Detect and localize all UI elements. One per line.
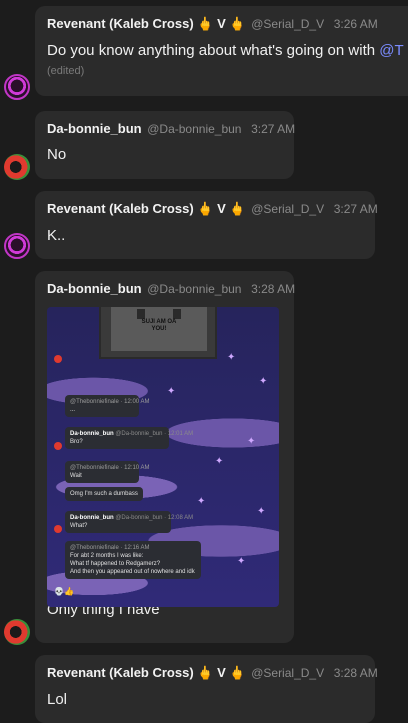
chat-message: @Thebonniefinale · 12:16 AM For abt 2 mo… (65, 541, 201, 579)
author-name[interactable]: Revenant (Kaleb Cross) (47, 665, 194, 680)
chat-text: For abt 2 months I was like: (70, 553, 144, 559)
message-bubble: Revenant (Kaleb Cross) 🖕 V 🖕 @Serial_D_V… (35, 191, 378, 259)
author-handle[interactable]: @Serial_D_V (251, 666, 324, 680)
star-icon: ✦ (237, 556, 246, 567)
message-text: K.. (47, 227, 66, 244)
reply-label: @Thebonniefinale · 12:00 AM (70, 399, 150, 405)
image-attachment[interactable]: SUJI AM OA YOU! ✦ ✦ ✦ ✦ ✦ ✦ ✦ ✦ @Thebonn… (47, 307, 279, 607)
artwork: SUJI AM OA YOU! (111, 307, 207, 351)
message-text-part: Do you know anything about what's going … (47, 42, 380, 59)
artwork-frame: SUJI AM OA YOU! (99, 307, 217, 359)
emoji-right: 🖕 (229, 665, 246, 680)
reaction-bar: 💀👍 (54, 587, 74, 596)
reply-label: @Thebonniefinale · 12:16 AM (70, 545, 150, 551)
author-handle[interactable]: @Da-bonnie_bun (147, 122, 241, 136)
avatar (54, 525, 62, 533)
chat-meta: @Da-bonnie_bun · 12:08 AM (115, 515, 194, 521)
star-icon: ✦ (167, 386, 176, 397)
emoji-left: 🖕 (197, 665, 214, 680)
star-icon: ✦ (257, 506, 266, 517)
emoji-mid: V (217, 16, 226, 31)
timestamp: 3:26 AM (333, 17, 378, 31)
chat-message: @Thebonniefinale · 12:10 AM Wait (65, 461, 150, 483)
chat-text: Bro? (70, 439, 83, 445)
message-header: Da-bonnie_bun @Da-bonnie_bun 3:28 AM (47, 281, 295, 296)
author-name[interactable]: Da-bonnie_bun (47, 121, 142, 136)
chat-meta: @Da-bonnie_bun · 12:01 AM (115, 431, 194, 437)
chat-message: Da-bonnie_bun @Da-bonnie_bun · 12:01 AM … (65, 427, 193, 449)
message-header: Da-bonnie_bun @Da-bonnie_bun 3:27 AM (47, 121, 295, 136)
reply-label: @Thebonniefinale · 12:10 AM (70, 465, 150, 471)
message-text: No (47, 146, 67, 163)
emoji-right: 🖕 (229, 16, 246, 31)
artwork-ear (137, 309, 145, 319)
emoji-left: 🖕 (197, 16, 214, 31)
artwork-ear (173, 309, 181, 319)
chat-text: What tf happened to Redgamerz? (70, 561, 161, 567)
message-bubble: Da-bonnie_bun @Da-bonnie_bun 3:27 AM No (35, 111, 295, 179)
message-text: Do you know anything about what's going … (47, 42, 408, 59)
author-handle[interactable]: @Serial_D_V (251, 17, 324, 31)
avatar[interactable] (4, 74, 30, 100)
timestamp: 3:28 AM (251, 282, 296, 296)
emoji-right: 🖕 (229, 201, 246, 216)
message-bubble: Revenant (Kaleb Cross) 🖕 V 🖕 @Serial_D_V… (35, 6, 408, 96)
message-header: Revenant (Kaleb Cross) 🖕 V 🖕 @Serial_D_V… (47, 16, 408, 32)
chat-text: Wait (70, 473, 82, 479)
mention-link[interactable]: @T (379, 42, 403, 59)
message-header: Revenant (Kaleb Cross) 🖕 V 🖕 @Serial_D_V… (47, 201, 378, 217)
star-icon: ✦ (247, 436, 256, 447)
chat-message: @Thebonniefinale · 12:00 AM ... (65, 395, 150, 417)
chat-text: And then you appeared out of nowhere and… (70, 569, 195, 575)
avatar[interactable] (4, 233, 30, 259)
avatar (54, 442, 62, 450)
chat-text: Omg I'm such a dumbass (70, 491, 138, 497)
chat-author: Da-bonnie_bun (70, 515, 114, 521)
emoji-mid: V (217, 665, 226, 680)
author-name[interactable]: Revenant (Kaleb Cross) (47, 16, 194, 31)
star-icon: ✦ (227, 352, 236, 363)
avatar[interactable] (4, 154, 30, 180)
star-icon: ✦ (259, 376, 268, 387)
message-bubble: Revenant (Kaleb Cross) 🖕 V 🖕 @Serial_D_V… (35, 655, 378, 723)
chat-text: ... (70, 407, 76, 413)
timestamp: 3:27 AM (251, 122, 296, 136)
message-header: Revenant (Kaleb Cross) 🖕 V 🖕 @Serial_D_V… (47, 665, 378, 681)
artwork-text: SUJI AM OA YOU! (141, 319, 177, 332)
emoji-left: 🖕 (197, 201, 214, 216)
author-name[interactable]: Da-bonnie_bun (47, 281, 142, 296)
chat-message: Da-bonnie_bun @Da-bonnie_bun · 12:08 AM … (65, 511, 193, 533)
chat-text: What? (70, 523, 88, 529)
star-icon: ✦ (197, 496, 206, 507)
chat-message: Omg I'm such a dumbass (65, 487, 143, 501)
timestamp: 3:28 AM (333, 666, 378, 680)
chat-author: Da-bonnie_bun (70, 431, 114, 437)
avatar[interactable] (4, 619, 30, 645)
author-handle[interactable]: @Da-bonnie_bun (147, 282, 241, 296)
author-name[interactable]: Revenant (Kaleb Cross) (47, 201, 194, 216)
edited-label: (edited) (47, 65, 85, 77)
star-icon: ✦ (215, 456, 224, 467)
author-handle[interactable]: @Serial_D_V (251, 202, 324, 216)
avatar (54, 355, 62, 363)
emoji-mid: V (217, 201, 226, 216)
timestamp: 3:27 AM (333, 202, 378, 216)
